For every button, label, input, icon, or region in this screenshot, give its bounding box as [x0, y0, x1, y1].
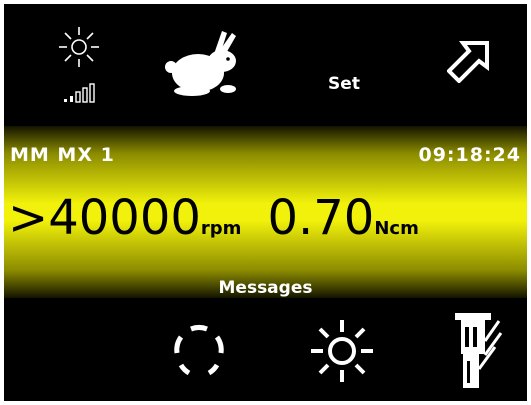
handpiece-icon	[454, 312, 502, 388]
speed-button[interactable]	[159, 22, 249, 102]
speed-unit: rpm	[200, 218, 242, 239]
rotation-button[interactable]	[164, 316, 234, 386]
readings: >40000rpm 0.70Ncm	[8, 190, 419, 246]
speed-value: >40000	[8, 190, 201, 246]
device-name: MM MX 1	[10, 144, 115, 166]
clock-time: 09:18:24	[418, 144, 521, 166]
rabbit-icon	[165, 31, 236, 96]
messages-button[interactable]: Messages	[4, 278, 527, 298]
arrow-up-right-icon	[447, 41, 489, 83]
set-label: Set	[328, 74, 360, 94]
torque-value: 0.70	[267, 190, 375, 246]
status-band: MM MX 1 09:18:24 >40000rpm 0.70Ncm Messag…	[4, 126, 527, 298]
device-screen: Set MM MX 1 09:18:24 >40000rpm 0.70Ncm Me…	[4, 4, 527, 401]
light-icon	[310, 319, 373, 382]
rotation-direction-icon	[174, 325, 224, 376]
brightness-signal-icon	[59, 27, 99, 103]
expand-button[interactable]	[434, 26, 504, 96]
set-button[interactable]: Set	[314, 64, 374, 104]
bottom-toolbar	[4, 298, 527, 401]
brightness-button[interactable]	[44, 14, 114, 114]
top-toolbar: Set	[4, 4, 527, 126]
handpiece-button[interactable]	[444, 308, 509, 393]
torque-unit: Ncm	[374, 218, 419, 239]
light-button[interactable]	[304, 313, 379, 388]
